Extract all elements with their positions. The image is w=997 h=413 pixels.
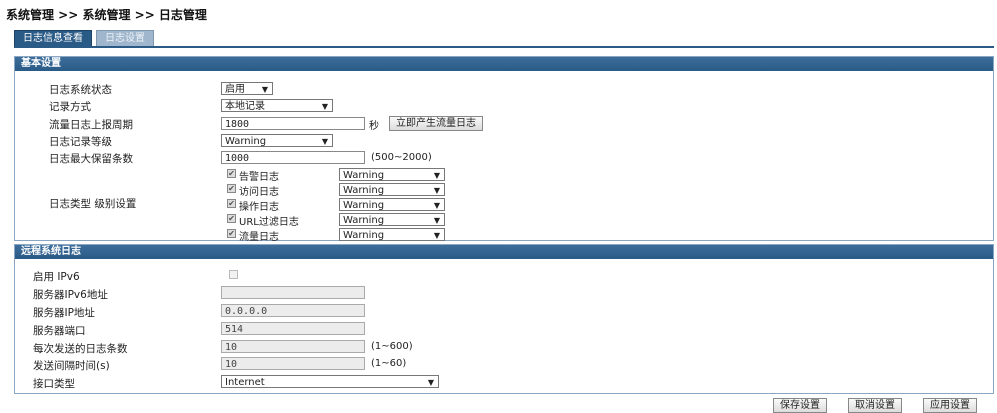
checkbox-alarm[interactable]: ✔ <box>227 169 236 178</box>
url-filter-level-select[interactable]: Warning ▼ <box>339 213 445 226</box>
save-button[interactable]: 保存设置 <box>773 398 827 413</box>
cancel-button[interactable]: 取消设置 <box>848 398 902 413</box>
chevron-down-icon: ▼ <box>433 186 440 195</box>
interval-label: 发送间隔时间(s) <box>33 360 110 372</box>
level-select[interactable]: Warning ▼ <box>221 134 333 147</box>
type-traffic-label: 流量日志 <box>239 232 279 243</box>
chevron-down-icon: ▼ <box>321 102 328 111</box>
port-label: 服务器端口 <box>33 325 86 337</box>
interval-input[interactable]: 10 <box>221 357 365 370</box>
tab-divider <box>14 46 994 48</box>
chevron-down-icon: ▼ <box>433 216 440 225</box>
checkbox-url-filter[interactable]: ✔ <box>227 214 236 223</box>
ip-input[interactable]: 0.0.0.0 <box>221 304 365 317</box>
iface-select[interactable]: Internet ▼ <box>221 375 439 388</box>
basic-settings-section: 基本设置 日志系统状态 启用 ▼ 记录方式 本地记录 ▼ 流量日志上报周期 1800… <box>14 56 994 243</box>
count-input[interactable]: 10 <box>221 340 365 353</box>
type-access-label: 访问日志 <box>239 187 279 198</box>
breadcrumb: 系统管理 >> 系统管理 >> 日志管理 <box>6 8 207 22</box>
max-label: 日志最大保留条数 <box>49 153 133 165</box>
access-level-select[interactable]: Warning ▼ <box>339 183 445 196</box>
iface-label: 接口类型 <box>33 378 75 390</box>
apply-button[interactable]: 应用设置 <box>923 398 977 413</box>
ipv6-addr-label: 服务器IPv6地址 <box>33 289 108 301</box>
chevron-down-icon: ▼ <box>321 137 328 146</box>
traffic-level-select[interactable]: Warning ▼ <box>339 228 445 241</box>
section-title: 远程系统日志 <box>15 245 993 259</box>
type-alarm-label: 告警日志 <box>239 172 279 183</box>
level-label: 日志记录等级 <box>49 136 112 148</box>
chevron-down-icon: ▼ <box>433 171 440 180</box>
operation-level-select[interactable]: Warning ▼ <box>339 198 445 211</box>
chevron-down-icon: ▼ <box>261 85 268 94</box>
period-unit: 秒 <box>369 121 379 132</box>
status-select[interactable]: 启用 ▼ <box>221 82 273 95</box>
checkbox-operation[interactable]: ✔ <box>227 199 236 208</box>
chevron-down-icon: ▼ <box>433 201 440 210</box>
remote-syslog-section: 远程系统日志 启用 IPv6 服务器IPv6地址 服务器IP地址 0.0.0.0… <box>14 244 994 394</box>
checkbox-traffic[interactable]: ✔ <box>227 229 236 238</box>
count-hint: (1~600) <box>371 341 413 352</box>
period-label: 流量日志上报周期 <box>49 119 133 131</box>
alarm-level-select[interactable]: Warning ▼ <box>339 168 445 181</box>
max-input[interactable]: 1000 <box>221 151 365 164</box>
ipv6-label: 启用 IPv6 <box>33 271 80 283</box>
status-label: 日志系统状态 <box>49 84 112 96</box>
chevron-down-icon: ▼ <box>433 231 440 240</box>
section-title: 基本设置 <box>15 57 993 71</box>
type-url-filter-label: URL过滤日志 <box>239 217 299 228</box>
ipv6-checkbox[interactable] <box>229 270 238 279</box>
tab-bar: 日志信息查看 日志设置 <box>14 30 158 48</box>
generate-log-button[interactable]: 立即产生流量日志 <box>389 116 483 131</box>
type-operation-label: 操作日志 <box>239 202 279 213</box>
checkbox-access[interactable]: ✔ <box>227 184 236 193</box>
period-input[interactable]: 1800 <box>221 117 365 130</box>
ip-label: 服务器IP地址 <box>33 307 95 319</box>
method-label: 记录方式 <box>49 101 91 113</box>
types-label: 日志类型 级别设置 <box>49 198 137 210</box>
interval-hint: (1~60) <box>371 358 407 369</box>
chevron-down-icon: ▼ <box>427 378 434 387</box>
port-input[interactable]: 514 <box>221 322 365 335</box>
ipv6-addr-input[interactable] <box>221 286 365 299</box>
max-hint: (500~2000) <box>371 152 432 163</box>
method-select[interactable]: 本地记录 ▼ <box>221 99 333 112</box>
count-label: 每次发送的日志条数 <box>33 343 128 355</box>
